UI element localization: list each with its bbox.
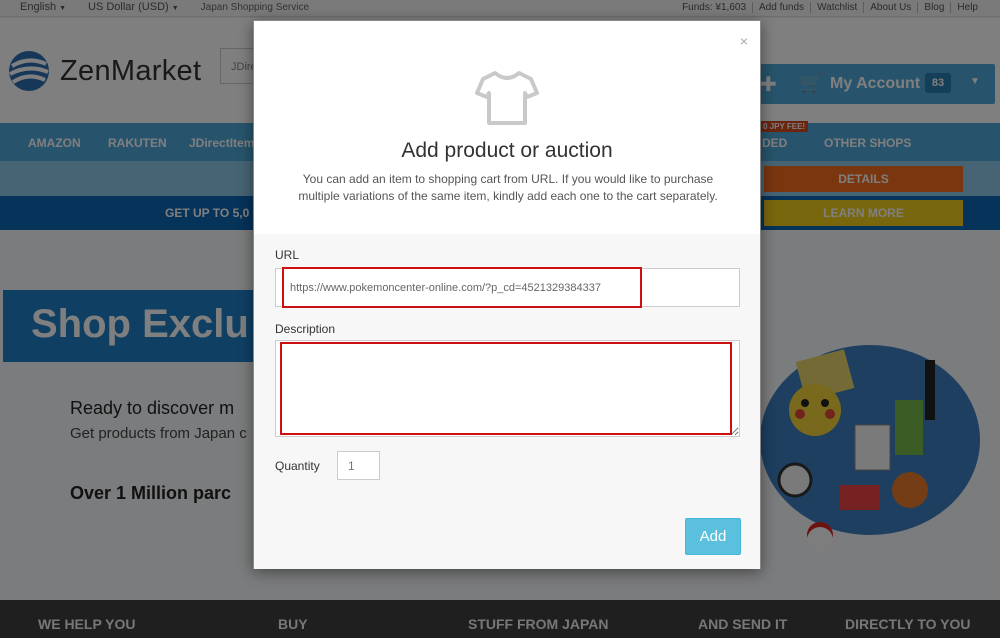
description-field[interactable] [275, 340, 740, 437]
quantity-field[interactable] [337, 451, 380, 480]
tshirt-icon [475, 71, 539, 125]
url-label: URL [275, 248, 300, 262]
add-button[interactable]: Add [685, 518, 741, 555]
url-field[interactable] [275, 268, 740, 307]
modal-description: You can add an item to shopping cart fro… [298, 172, 718, 203]
close-icon[interactable]: × [740, 33, 748, 49]
description-label: Description [275, 322, 336, 336]
modal-body: URL Description Quantity Add [254, 234, 760, 569]
quantity-label: Quantity [275, 459, 320, 473]
add-product-modal: × Add product or auction You can add an … [253, 20, 761, 569]
modal-title: Add product or auction [401, 139, 613, 162]
